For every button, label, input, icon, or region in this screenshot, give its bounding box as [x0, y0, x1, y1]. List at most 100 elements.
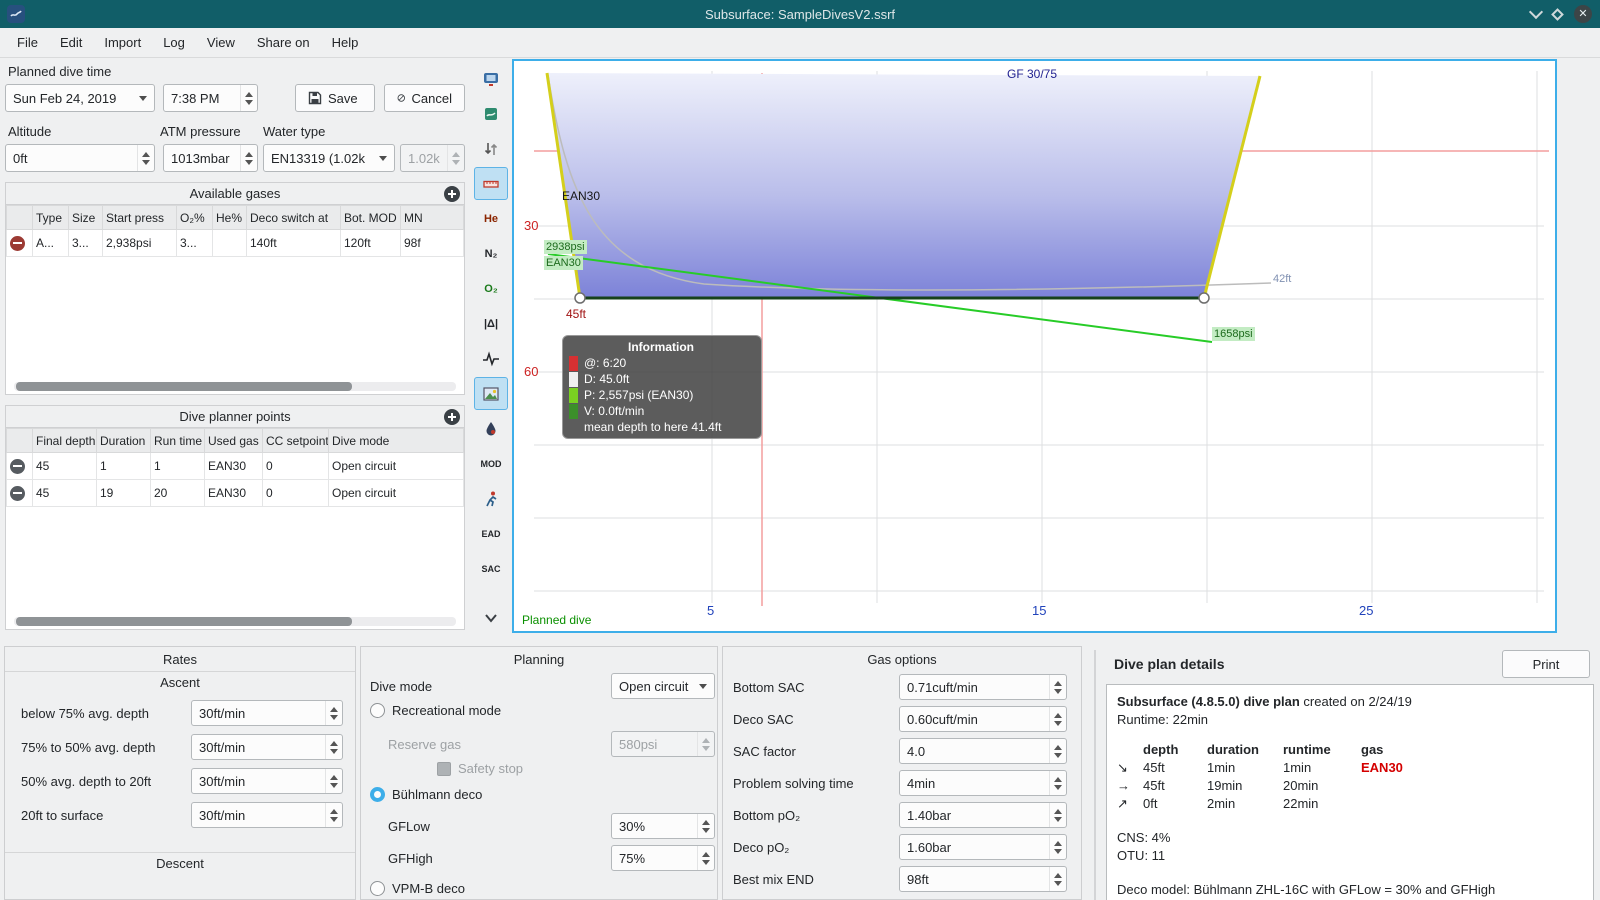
gfhigh-stepper[interactable]: 75%: [611, 845, 715, 871]
save-button[interactable]: Save: [295, 84, 375, 112]
point-depth-cell[interactable]: 45: [32, 452, 97, 480]
scrollbar-handle[interactable]: [16, 617, 352, 626]
gas-botmod-cell[interactable]: 120ft: [340, 229, 401, 257]
profile-handle[interactable]: [1198, 292, 1210, 304]
dive-points-title: Dive planner points: [179, 409, 291, 424]
option-label: Problem solving time: [733, 775, 854, 791]
gases-col-o2: O₂%: [176, 205, 213, 230]
n2-graph-icon[interactable]: N₂: [474, 237, 508, 270]
vpmb-deco-radio[interactable]: VPM-B deco: [370, 881, 465, 896]
maximize-window-icon[interactable]: [1551, 7, 1564, 21]
gas-startpress-cell[interactable]: 2,938psi: [102, 229, 177, 257]
ruler-icon[interactable]: [474, 167, 508, 200]
window-titlebar: Subsurface: SampleDivesV2.ssrf ✕: [0, 0, 1600, 28]
point-gas-cell[interactable]: EAN30: [204, 452, 263, 480]
profile-handle[interactable]: [574, 292, 586, 304]
menu-item-edit[interactable]: Edit: [49, 30, 93, 55]
point-duration-cell[interactable]: 19: [96, 479, 151, 507]
o2-graph-icon[interactable]: O₂: [474, 272, 508, 305]
sac-icon[interactable]: SAC: [474, 552, 508, 585]
point-mode-cell[interactable]: Open circuit: [328, 452, 464, 480]
add-gas-button[interactable]: [444, 186, 460, 202]
gas-mnd-cell[interactable]: 98f: [400, 229, 464, 257]
collapse-chevron-icon[interactable]: [474, 601, 508, 634]
bottom-sac-stepper[interactable]: 0.71cuft/min: [899, 674, 1067, 700]
scrollbar-handle[interactable]: [16, 382, 352, 391]
gas-o2-cell[interactable]: 3...: [176, 229, 213, 257]
gas-size-cell[interactable]: 3...: [68, 229, 103, 257]
option-label: Bottom SAC: [733, 679, 805, 695]
available-gases-title: Available gases: [189, 186, 281, 201]
water-type-select[interactable]: EN13319 (1.02k: [263, 144, 395, 172]
point-mode-cell[interactable]: Open circuit: [328, 479, 464, 507]
delete-point-icon[interactable]: [10, 485, 25, 501]
menu-item-import[interactable]: Import: [93, 30, 152, 55]
stepper-arrows-icon: [447, 145, 464, 171]
deco-po2-stepper[interactable]: 1.60bar: [899, 834, 1067, 860]
dive-date-select[interactable]: Sun Feb 24, 2019: [5, 84, 155, 112]
deco-sac-stepper[interactable]: 0.60cuft/min: [899, 706, 1067, 732]
menu-item-log[interactable]: Log: [152, 30, 196, 55]
dive-mode-select[interactable]: Open circuit: [611, 673, 715, 699]
point-duration-cell[interactable]: 1: [96, 452, 151, 480]
gflow-stepper[interactable]: 30%: [611, 813, 715, 839]
available-gases-panel: Available gases Type Size Start press O₂…: [5, 182, 465, 395]
rates-panel: Rates Ascent below 75% avg. depth 30ft/m…: [4, 646, 356, 900]
buhlmann-deco-radio[interactable]: Bühlmann deco: [370, 787, 482, 802]
delete-point-icon[interactable]: [10, 458, 25, 474]
point-setpoint-cell[interactable]: 0: [262, 452, 329, 480]
gas-pressure-icon[interactable]: [474, 412, 508, 445]
recreational-mode-radio[interactable]: Recreational mode: [370, 703, 501, 718]
gas-he-cell[interactable]: [212, 229, 247, 257]
delete-gas-icon[interactable]: [10, 235, 25, 251]
water-type-label: Water type: [263, 124, 326, 139]
sac-factor-stepper[interactable]: 4.0: [899, 738, 1067, 764]
gas-row: A... 3... 2,938psi 3... 140ft 120ft 98f: [6, 229, 464, 257]
best-mix-end-stepper[interactable]: 98ft: [899, 866, 1067, 892]
ndl-tts-icon[interactable]: [474, 482, 508, 515]
menu-item-file[interactable]: File: [6, 30, 49, 55]
he-graph-icon[interactable]: He: [474, 202, 508, 235]
menu-item-view[interactable]: View: [196, 30, 246, 55]
point-setpoint-cell[interactable]: 0: [262, 479, 329, 507]
altitude-stepper[interactable]: 0ft: [5, 144, 155, 172]
problem-time-stepper[interactable]: 4min: [899, 770, 1067, 796]
dive-computer-ceiling-icon[interactable]: [474, 62, 508, 95]
shade-window-icon[interactable]: [1528, 4, 1544, 20]
point-runtime-cell[interactable]: 20: [150, 479, 205, 507]
close-window-icon[interactable]: ✕: [1574, 5, 1592, 23]
mean-depth-label: 42ft: [1273, 273, 1292, 285]
heart-rate-icon[interactable]: [474, 342, 508, 375]
rate-stepper-20ft-surface[interactable]: 30ft/min: [191, 802, 343, 828]
point-depth-cell[interactable]: 45: [32, 479, 97, 507]
tissue-graph-icon[interactable]: |Δ|: [474, 307, 508, 340]
bottom-po2-stepper[interactable]: 1.40bar: [899, 802, 1067, 828]
dive-mode-label: Dive mode: [370, 679, 433, 694]
depth-tick-30: 30: [524, 218, 539, 233]
ead-icon[interactable]: EAD: [474, 517, 508, 550]
add-point-button[interactable]: [444, 409, 460, 425]
mod-icon[interactable]: MOD: [474, 447, 508, 480]
rate-stepper-below75[interactable]: 30ft/min: [191, 700, 343, 726]
rate-stepper-75to50[interactable]: 30ft/min: [191, 734, 343, 760]
point-runtime-cell[interactable]: 1: [150, 452, 205, 480]
point-gas-cell[interactable]: EAN30: [204, 479, 263, 507]
gas-decoswitch-cell[interactable]: 140ft: [246, 229, 341, 257]
altitude-label: Altitude: [8, 124, 52, 139]
descent-arrow: ↘: [1117, 760, 1128, 775]
ceiling-increments-icon[interactable]: [474, 132, 508, 165]
menu-item-help[interactable]: Help: [321, 30, 370, 55]
splitter[interactable]: [1094, 650, 1096, 900]
calculated-ceiling-icon[interactable]: [474, 97, 508, 130]
dive-time-stepper[interactable]: 7:38 PM: [163, 84, 258, 112]
atm-pressure-stepper[interactable]: 1013mbar: [163, 144, 258, 172]
window-title: Subsurface: SampleDivesV2.ssrf: [704, 6, 896, 22]
photos-icon[interactable]: [474, 377, 508, 410]
stepper-arrows-icon: [240, 85, 257, 111]
menu-item-share-on[interactable]: Share on: [246, 30, 321, 55]
rate-stepper-50to20ft[interactable]: 30ft/min: [191, 768, 343, 794]
print-button[interactable]: Print: [1502, 650, 1590, 678]
ascent-arrow: ↗: [1117, 796, 1128, 811]
gas-type-cell[interactable]: A...: [32, 229, 69, 257]
cancel-button[interactable]: Cancel: [384, 84, 465, 112]
